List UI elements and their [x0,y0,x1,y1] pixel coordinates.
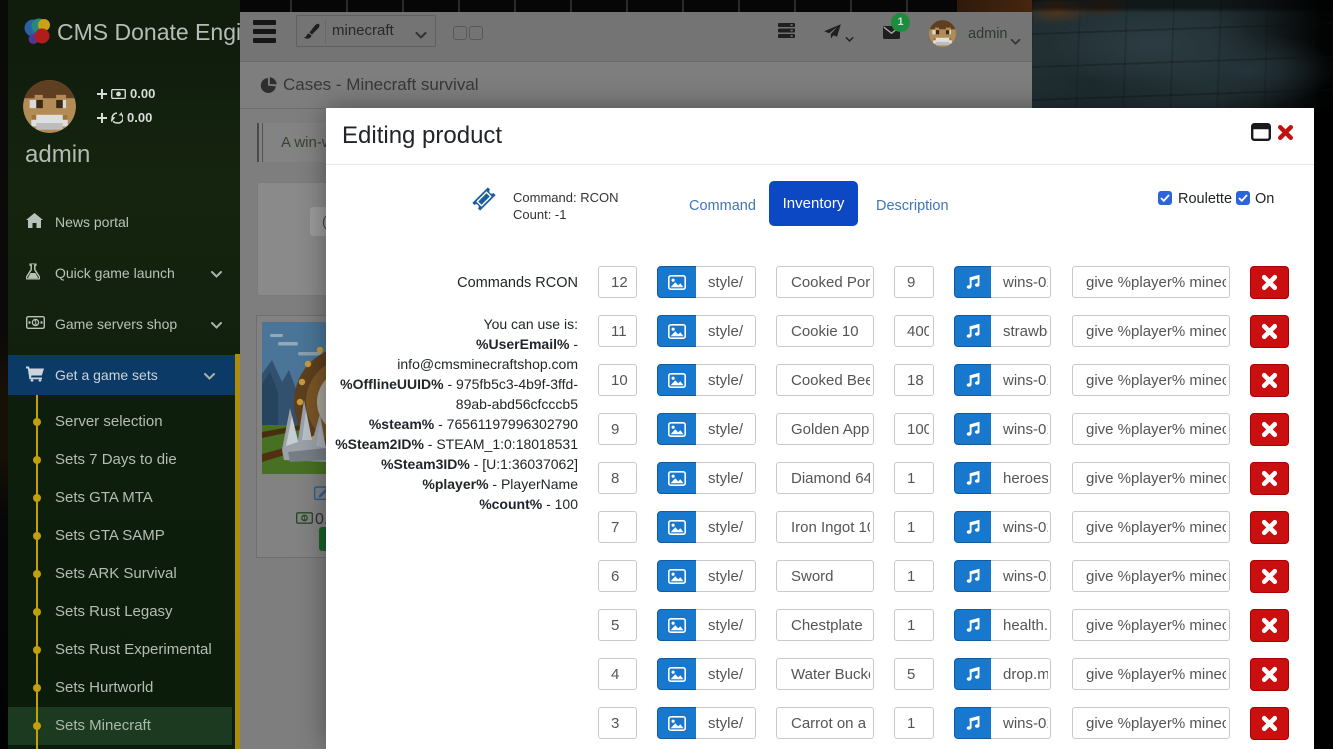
svg-text:1: 1 [34,320,38,327]
svg-text:1: 1 [303,516,307,522]
